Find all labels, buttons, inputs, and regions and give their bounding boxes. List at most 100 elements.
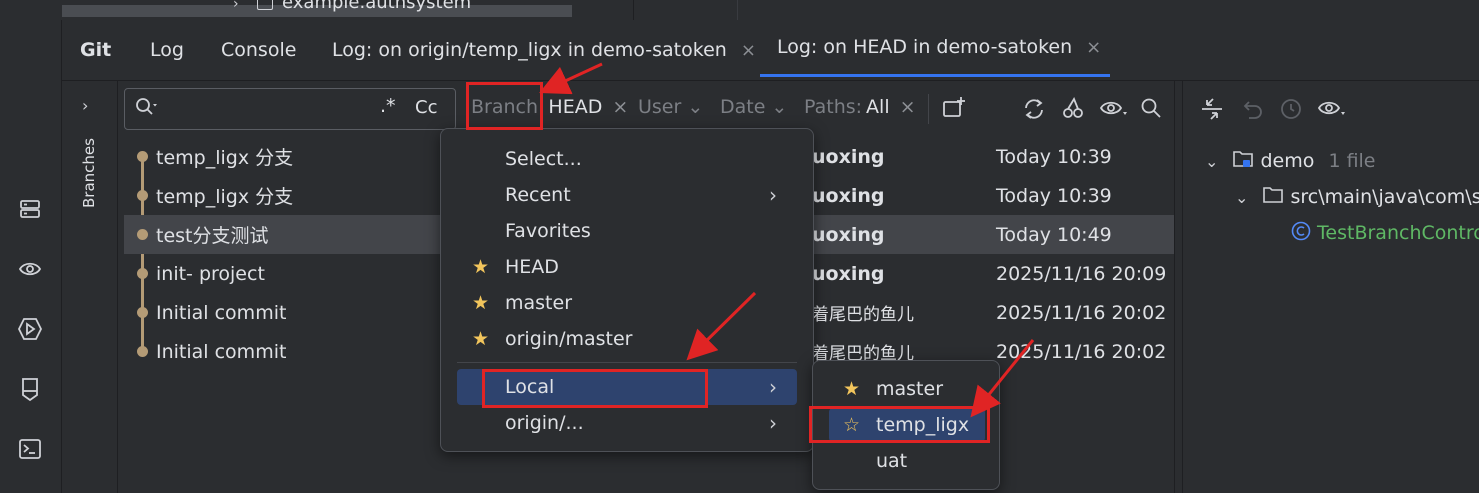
- bookmark-flag-icon[interactable]: [17, 376, 43, 402]
- changes-panel: ⌄ demo 1 file ⌄ src\main\java\com\sa Tes…: [1182, 81, 1479, 493]
- menu-item-label: HEAD: [505, 256, 559, 278]
- submenu-item-master[interactable]: ★ master: [829, 372, 985, 406]
- chevron-right-icon: ›: [769, 183, 777, 207]
- tree-item-label[interactable]: example.authsystem: [282, 0, 471, 13]
- close-icon[interactable]: ×: [900, 96, 916, 118]
- tab-label: Log: [150, 39, 184, 61]
- commit-date: 2025/11/16 20:09: [996, 262, 1167, 285]
- commit-node: [137, 268, 148, 279]
- tool-window-tabs: Git Log Console Log: on origin/temp_ligx…: [62, 20, 1479, 81]
- tab-log[interactable]: Log: [150, 20, 184, 80]
- revert-icon[interactable]: [1241, 97, 1265, 125]
- close-icon[interactable]: ×: [741, 40, 756, 61]
- divider: [1174, 81, 1175, 493]
- tab-label: Log: on HEAD in demo-satoken: [777, 36, 1073, 58]
- divider: [928, 94, 929, 124]
- chevron-down-icon: ⌄: [771, 96, 788, 118]
- search-icon[interactable]: [135, 97, 159, 122]
- commit-date: 2025/11/16 20:02: [996, 301, 1167, 324]
- commit-node: [137, 229, 148, 240]
- commit-date: Today 10:39: [996, 184, 1112, 207]
- branch-filter-value: HEAD: [548, 96, 603, 118]
- top-strip: › example.authsystem: [0, 0, 1479, 20]
- folder-icon: [1262, 185, 1284, 210]
- tab-console[interactable]: Console: [221, 20, 296, 80]
- close-icon[interactable]: ×: [612, 96, 628, 118]
- chevron-down-icon: ⌄: [1235, 188, 1249, 207]
- view-options-icon[interactable]: [1317, 96, 1347, 124]
- menu-item-select[interactable]: Select...: [457, 141, 797, 177]
- match-case-toggle[interactable]: Cc: [415, 97, 437, 118]
- search-field[interactable]: .* Cc: [124, 88, 456, 130]
- divider: [737, 0, 738, 20]
- branches-label[interactable]: Branches: [80, 128, 98, 208]
- annotation-box-branch: [466, 82, 543, 130]
- collapse-icon[interactable]: [1199, 96, 1225, 126]
- divider: [633, 0, 634, 20]
- commit-author: uoxing: [812, 262, 885, 285]
- menu-item-favorites[interactable]: Favorites: [457, 213, 797, 249]
- commit-date: Today 10:49: [996, 223, 1112, 246]
- submenu-item-uat[interactable]: uat: [829, 444, 985, 478]
- commit-subject: Initial commit: [156, 301, 287, 324]
- commit-subject: temp_ligx 分支: [156, 186, 294, 208]
- commit-node: [137, 190, 148, 201]
- menu-item-origin-master[interactable]: ★ origin/master: [457, 321, 797, 357]
- paths-filter-value: All: [866, 96, 890, 118]
- menu-item-label: Recent: [505, 184, 571, 206]
- menu-item-label: origin/...: [505, 412, 584, 434]
- terminal-icon[interactable]: [17, 436, 43, 462]
- commit-date: 2025/11/16 20:02: [996, 340, 1167, 363]
- commit-author: uoxing: [812, 145, 885, 168]
- paths-filter-label: Paths:: [804, 96, 863, 118]
- tab-log-head[interactable]: Log: on HEAD in demo-satoken ×: [760, 20, 1110, 77]
- tree-node-root[interactable]: ⌄ demo 1 file: [1205, 149, 1376, 174]
- expand-branches-icon[interactable]: ›: [82, 96, 88, 115]
- search-icon[interactable]: [1140, 97, 1162, 123]
- tab-label: Console: [221, 39, 297, 61]
- chevron-down-icon: ⌄: [687, 96, 704, 118]
- star-icon: ★: [472, 328, 490, 350]
- cherry-pick-icon[interactable]: [1061, 96, 1085, 124]
- tab-label: Log: on origin/temp_ligx in demo-satoken: [332, 39, 727, 61]
- commit-subject: test分支测试: [156, 225, 269, 247]
- database-icon[interactable]: [17, 196, 43, 222]
- star-icon: ★: [472, 292, 490, 314]
- class-icon: [1291, 221, 1311, 246]
- close-icon[interactable]: ×: [1086, 37, 1101, 58]
- user-filter-label: User: [638, 96, 682, 118]
- menu-item-head[interactable]: ★ HEAD: [457, 249, 797, 285]
- menu-item-recent[interactable]: Recent ›: [457, 177, 797, 213]
- menu-item-origin[interactable]: origin/... ›: [457, 405, 797, 441]
- run-services-icon[interactable]: [17, 316, 43, 342]
- date-filter-label: Date: [720, 96, 766, 118]
- tree-node-label: TestBranchContro: [1317, 222, 1479, 244]
- tree-node-path[interactable]: ⌄ src\main\java\com\sa: [1235, 185, 1479, 210]
- star-icon: ★: [843, 378, 861, 400]
- tab-git-title: Git: [80, 20, 111, 80]
- commit-date: Today 10:39: [996, 145, 1112, 168]
- view-options-icon[interactable]: [1099, 96, 1129, 124]
- star-icon: ★: [472, 256, 490, 278]
- tab-label: Git: [80, 39, 112, 61]
- paths-filter[interactable]: Paths: All ×: [804, 96, 916, 118]
- refresh-icon[interactable]: [1022, 97, 1046, 125]
- commit-node: [137, 307, 148, 318]
- module-folder-icon: [1232, 149, 1254, 174]
- history-icon[interactable]: [1279, 97, 1303, 125]
- commit-node: [137, 151, 148, 162]
- file-count: 1 file: [1328, 150, 1376, 172]
- date-filter[interactable]: Date ⌄: [720, 96, 787, 118]
- new-tab-icon[interactable]: [942, 96, 966, 124]
- tree-node-file[interactable]: TestBranchContro: [1291, 221, 1479, 246]
- tab-log-origin-temp[interactable]: Log: on origin/temp_ligx in demo-satoken…: [332, 20, 756, 80]
- annotation-box-temp-ligx: [809, 406, 990, 443]
- regex-toggle[interactable]: .*: [380, 95, 396, 117]
- tree-node-label: src\main\java\com\sa: [1290, 186, 1479, 208]
- eye-icon[interactable]: [17, 256, 43, 282]
- menu-separator: [457, 362, 797, 363]
- commit-subject: init- project: [156, 262, 265, 285]
- chevron-right-icon: ›: [769, 411, 777, 435]
- menu-item-master[interactable]: ★ master: [457, 285, 797, 321]
- user-filter[interactable]: User ⌄: [638, 96, 703, 118]
